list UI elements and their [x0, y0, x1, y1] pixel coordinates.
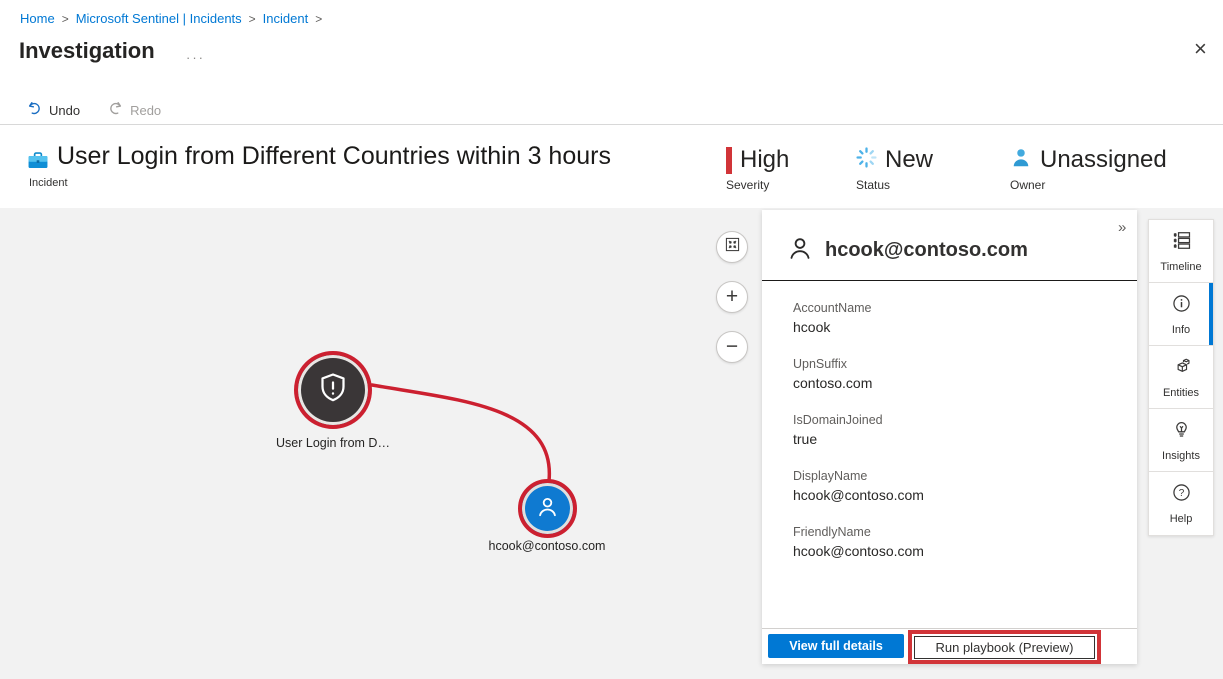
- graph-node-user[interactable]: [518, 479, 577, 538]
- breadcrumb: Home > Microsoft Sentinel | Incidents > …: [20, 11, 329, 26]
- red-highlight-annotation: Run playbook (Preview): [908, 630, 1101, 664]
- breadcrumb-separator: >: [315, 12, 322, 26]
- property-label: FriendlyName: [793, 525, 1117, 539]
- incident-type-label: Incident: [29, 177, 68, 189]
- property-accountname: AccountName hcook: [793, 301, 1117, 335]
- investigation-graph-canvas[interactable]: User Login from D… hcook@contoso.com + −: [0, 208, 1223, 679]
- incident-header: User Login from Different Countries with…: [0, 126, 1223, 208]
- property-label: UpnSuffix: [793, 357, 1117, 371]
- incident-title: User Login from Different Countries with…: [57, 142, 611, 171]
- svg-text:?: ?: [1178, 488, 1184, 499]
- incident-briefcase-icon: [26, 149, 50, 178]
- account-entity-icon: [785, 233, 815, 268]
- breadcrumb-sentinel-incidents[interactable]: Microsoft Sentinel | Incidents: [76, 11, 242, 26]
- page-title: Investigation: [19, 38, 155, 64]
- severity-stat: High Severity: [726, 144, 789, 192]
- insights-lightbulb-icon: [1171, 419, 1192, 445]
- fit-to-screen-icon: [725, 237, 740, 257]
- status-value: New: [885, 146, 933, 174]
- tab-timeline-label: Timeline: [1160, 261, 1201, 273]
- severity-label: Severity: [726, 178, 789, 192]
- property-displayname: DisplayName hcook@contoso.com: [793, 469, 1117, 503]
- undo-icon: [27, 101, 42, 119]
- zoom-in-button[interactable]: +: [716, 281, 748, 313]
- property-isdomainjoined: IsDomainJoined true: [793, 413, 1117, 447]
- breadcrumb-separator: >: [249, 12, 256, 26]
- selected-tab-indicator: [1209, 283, 1213, 345]
- status-label: Status: [856, 178, 933, 192]
- help-icon: ?: [1171, 482, 1192, 508]
- severity-high-icon: [726, 147, 732, 174]
- tab-help-label: Help: [1170, 513, 1193, 525]
- graph-node-alert[interactable]: [294, 351, 372, 429]
- owner-person-icon: [1010, 147, 1032, 174]
- entity-properties-list: AccountName hcook UpnSuffix contoso.com …: [762, 281, 1137, 559]
- undo-label: Undo: [49, 103, 80, 118]
- fit-to-screen-button[interactable]: [716, 231, 748, 263]
- property-value: true: [793, 431, 1117, 447]
- tab-info-label: Info: [1172, 324, 1190, 336]
- property-label: IsDomainJoined: [793, 413, 1117, 427]
- timeline-icon: [1171, 230, 1192, 256]
- owner-value: Unassigned: [1040, 146, 1167, 174]
- undo-button[interactable]: Undo: [27, 101, 80, 119]
- view-full-details-button[interactable]: View full details: [768, 634, 904, 658]
- status-spinner-icon: [856, 147, 877, 173]
- entity-panel-title: hcook@contoso.com: [825, 239, 1028, 262]
- tab-info[interactable]: Info: [1149, 283, 1213, 346]
- close-icon[interactable]: ×: [1194, 38, 1207, 60]
- severity-value: High: [740, 146, 789, 174]
- redo-label: Redo: [130, 103, 161, 118]
- redo-icon: [108, 101, 123, 119]
- breadcrumb-incident[interactable]: Incident: [263, 11, 309, 26]
- tab-timeline[interactable]: Timeline: [1149, 220, 1213, 283]
- property-label: DisplayName: [793, 469, 1117, 483]
- more-options-icon[interactable]: ···: [186, 50, 205, 65]
- tab-insights-label: Insights: [1162, 450, 1200, 462]
- property-label: AccountName: [793, 301, 1117, 315]
- tab-entities[interactable]: Entities: [1149, 346, 1213, 409]
- breadcrumb-separator: >: [62, 12, 69, 26]
- status-stat: New Status: [856, 144, 933, 192]
- entity-details-panel: hcook@contoso.com » AccountName hcook Up…: [762, 210, 1137, 664]
- tab-help[interactable]: ? Help: [1149, 472, 1213, 535]
- shield-alert-icon: [315, 370, 351, 411]
- redo-button[interactable]: Redo: [108, 101, 161, 119]
- owner-stat: Unassigned Owner: [1010, 144, 1167, 192]
- entity-panel-header: hcook@contoso.com »: [762, 210, 1137, 281]
- property-value: hcook@contoso.com: [793, 543, 1117, 559]
- user-person-icon: [534, 493, 561, 525]
- property-value: hcook: [793, 319, 1117, 335]
- property-friendlyname: FriendlyName hcook@contoso.com: [793, 525, 1117, 559]
- graph-node-alert-label: User Login from D…: [243, 436, 423, 450]
- owner-label: Owner: [1010, 178, 1167, 192]
- property-value: contoso.com: [793, 375, 1117, 391]
- zoom-out-button[interactable]: −: [716, 331, 748, 363]
- collapse-panel-icon[interactable]: »: [1118, 219, 1126, 236]
- entity-panel-footer: View full details Run playbook (Preview): [762, 628, 1137, 664]
- tab-insights[interactable]: Insights: [1149, 409, 1213, 472]
- breadcrumb-home[interactable]: Home: [20, 11, 55, 26]
- side-tabstrip: Timeline Info: [1148, 219, 1214, 536]
- run-playbook-button[interactable]: Run playbook (Preview): [914, 636, 1095, 659]
- investigation-toolbar: Undo Redo: [0, 96, 1223, 125]
- graph-node-user-label: hcook@contoso.com: [437, 539, 657, 553]
- info-icon: [1171, 293, 1192, 319]
- property-value: hcook@contoso.com: [793, 487, 1117, 503]
- entities-cubes-icon: [1171, 356, 1192, 382]
- tab-entities-label: Entities: [1163, 387, 1199, 399]
- property-upnsuffix: UpnSuffix contoso.com: [793, 357, 1117, 391]
